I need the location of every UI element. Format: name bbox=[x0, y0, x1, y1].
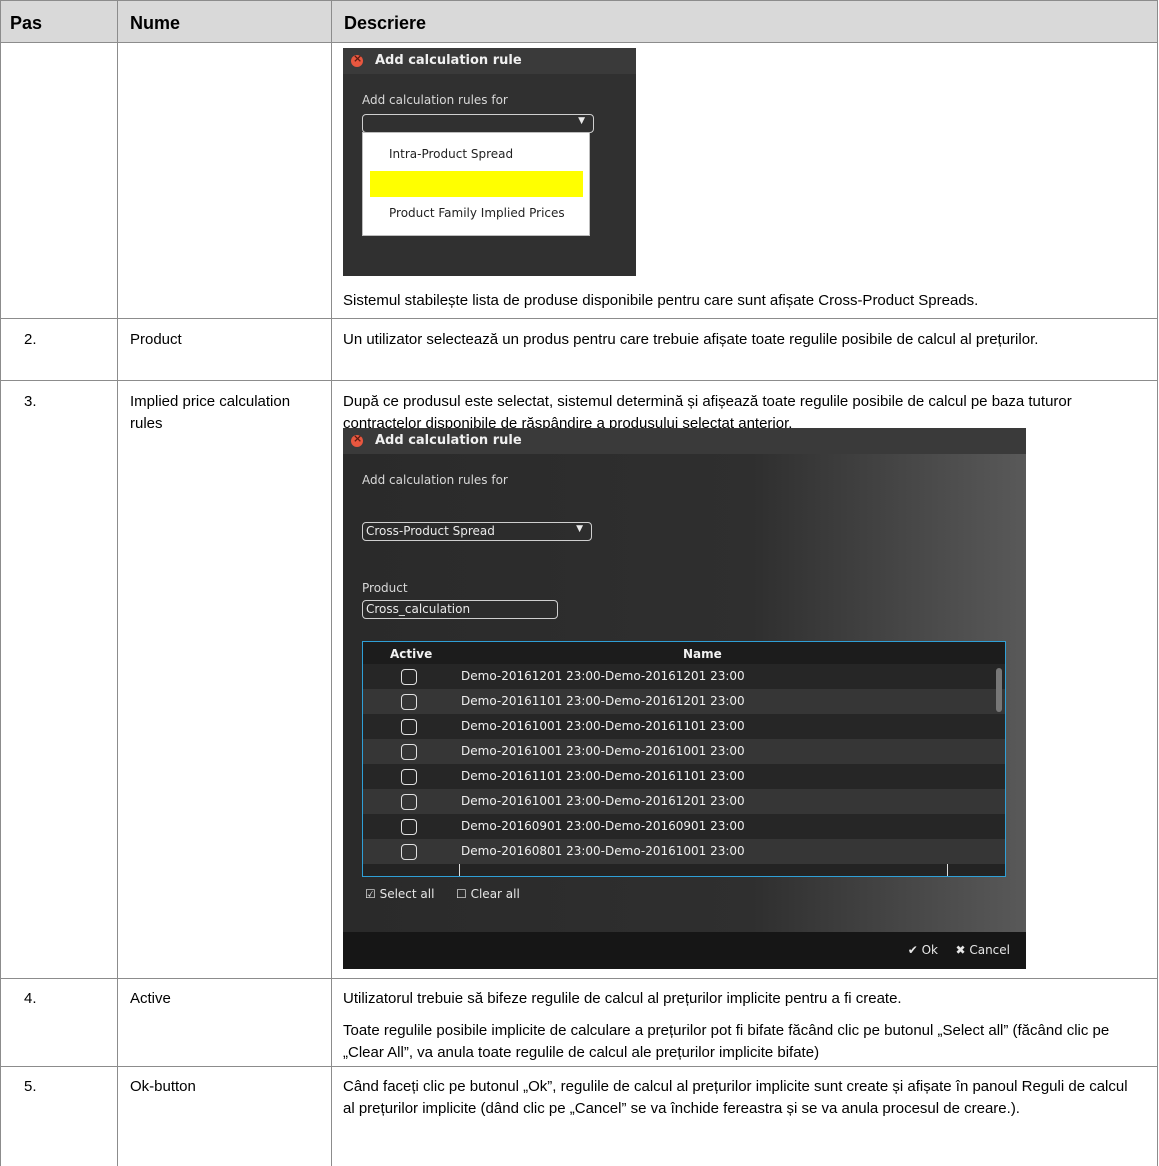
row-name: Demo-20161001 23:00-Demo-20161201 23:00 bbox=[461, 794, 745, 808]
row-name: Demo-20160801 23:00-Demo-20161001 23:00 bbox=[461, 844, 745, 858]
table-row[interactable]: Demo-20160801 23:00-Demo-20161001 23:00 bbox=[363, 839, 1005, 864]
table-row[interactable]: Demo-20160901 23:00-Demo-20160901 23:00 bbox=[363, 814, 1005, 839]
scrollbar[interactable] bbox=[996, 668, 1002, 712]
rule-type-label: Add calculation rules for bbox=[362, 93, 508, 107]
product-field[interactable]: Cross_calculation bbox=[362, 600, 558, 619]
row2-name: Product bbox=[130, 331, 182, 348]
row2-step: 2. bbox=[24, 331, 37, 348]
row3-step: 3. bbox=[24, 393, 37, 410]
grid-line bbox=[0, 0, 1158, 1]
close-icon[interactable] bbox=[351, 432, 363, 447]
row-active-checkbox[interactable] bbox=[401, 844, 417, 860]
row2-description: Un utilizator selectează un produs pentr… bbox=[343, 331, 1039, 348]
row-active-checkbox[interactable] bbox=[401, 819, 417, 835]
row4-description-2: Toate regulile posibile implicite de cal… bbox=[343, 1022, 1110, 1061]
cancel-label: Cancel bbox=[969, 943, 1010, 957]
select-all-button[interactable]: ☑ Select all bbox=[365, 887, 434, 901]
table-row[interactable]: Demo-20161201 23:00-Demo-20161201 23:00 bbox=[363, 664, 1005, 689]
table-row[interactable]: Demo-20161001 23:00-Demo-20161201 23:00 bbox=[363, 789, 1005, 814]
cancel-button[interactable]: ✖ Cancel bbox=[955, 943, 1010, 957]
table-row[interactable]: Demo-20161101 23:00-Demo-20161201 23:00 bbox=[363, 689, 1005, 714]
dropdown-option-highlighted[interactable] bbox=[370, 171, 583, 197]
grid-line bbox=[0, 42, 1158, 43]
row-active-checkbox[interactable] bbox=[401, 769, 417, 785]
chevron-down-icon: ▼ bbox=[576, 524, 583, 534]
row-active-checkbox[interactable] bbox=[401, 719, 417, 735]
table-header: Pas Nume Descriere bbox=[0, 0, 1158, 42]
column-name: Name bbox=[683, 647, 722, 661]
checkbox-checked-icon: ☑ bbox=[365, 887, 376, 901]
row-name: Demo-20161101 23:00-Demo-20161101 23:00 bbox=[461, 769, 745, 783]
row-name: Demo-20161001 23:00-Demo-20161101 23:00 bbox=[461, 719, 745, 733]
dialog-title: Add calculation rule bbox=[375, 433, 522, 448]
row-active-checkbox[interactable] bbox=[401, 744, 417, 760]
ok-button[interactable]: ✔ Ok bbox=[908, 943, 938, 957]
dialog-footer: ✔ Ok ✖ Cancel bbox=[343, 932, 1026, 969]
dialog-titlebar: Add calculation rule bbox=[343, 428, 1026, 454]
grid-line bbox=[0, 0, 1, 1166]
grid-line bbox=[0, 380, 1158, 381]
row-name: Demo-20161001 23:00-Demo-20161001 23:00 bbox=[461, 744, 745, 758]
product-label: Product bbox=[362, 581, 408, 595]
clear-all-button[interactable]: ☐ Clear all bbox=[456, 887, 520, 901]
grid-header: Active Name bbox=[363, 642, 1005, 664]
checkbox-empty-icon: ☐ bbox=[456, 887, 467, 901]
header-step: Pas bbox=[10, 13, 43, 33]
chevron-down-icon: ▼ bbox=[578, 116, 585, 126]
header-name: Nume bbox=[130, 13, 181, 33]
row-name: Demo-20160901 23:00-Demo-20160901 23:00 bbox=[461, 819, 745, 833]
table-row[interactable]: Demo-20161001 23:00-Demo-20161001 23:00 bbox=[363, 739, 1005, 764]
ok-label: Ok bbox=[921, 943, 938, 957]
row4-name: Active bbox=[130, 990, 171, 1007]
grid-line bbox=[0, 318, 1158, 319]
row3-name: Implied price calculation rules bbox=[130, 393, 291, 432]
grid-line bbox=[331, 0, 332, 1166]
dropdown-option-product-family[interactable]: Product Family Implied Prices bbox=[363, 200, 589, 226]
option-label: Product Family Implied Prices bbox=[389, 206, 565, 220]
option-label: Intra-Product Spread bbox=[389, 147, 514, 161]
row-active-checkbox[interactable] bbox=[401, 794, 417, 810]
dropdown-option-intra-product[interactable]: Intra-Product Spread bbox=[363, 141, 589, 167]
grid-line bbox=[1157, 0, 1158, 1166]
row-name: Demo-20161201 23:00-Demo-20161201 23:00 bbox=[461, 669, 745, 683]
grid-line bbox=[117, 0, 118, 1166]
close-icon[interactable] bbox=[351, 52, 363, 67]
row-name: Demo-20161101 23:00-Demo-20161201 23:00 bbox=[461, 694, 745, 708]
rules-grid: Active Name Demo-20161201 23:00-Demo-201… bbox=[362, 641, 1006, 877]
add-rule-dialog-cross-product: Add calculation rule Add calculation rul… bbox=[343, 428, 1026, 969]
add-rule-dialog-dropdown-open: Add calculation rule Add calculation rul… bbox=[343, 48, 636, 276]
clear-all-label: Clear all bbox=[470, 887, 520, 901]
row5-description: Când faceți clic pe butonul „Ok”, reguli… bbox=[343, 1078, 1128, 1117]
grid-line bbox=[0, 1066, 1158, 1067]
row5-step: 5. bbox=[24, 1078, 37, 1095]
row-active-checkbox[interactable] bbox=[401, 669, 417, 685]
rule-type-dropdown: Intra-Product Spread Product Family Impl… bbox=[362, 132, 590, 236]
row1-description: Sistemul stabilește lista de produse dis… bbox=[343, 292, 979, 309]
product-field-value: Cross_calculation bbox=[366, 602, 471, 616]
check-circle-icon: ✔ bbox=[907, 943, 918, 957]
header-description: Descriere bbox=[344, 13, 427, 33]
select-all-label: Select all bbox=[379, 887, 435, 901]
table-row[interactable]: Demo-20161001 23:00-Demo-20161101 23:00 bbox=[363, 714, 1005, 739]
row-active-checkbox[interactable] bbox=[401, 694, 417, 710]
dialog-titlebar: Add calculation rule bbox=[343, 48, 636, 74]
row5-name: Ok-button bbox=[130, 1078, 196, 1095]
rule-type-combo[interactable]: ▼ bbox=[362, 114, 594, 133]
rule-type-label: Add calculation rules for bbox=[362, 473, 508, 487]
rule-type-combo-value: Cross-Product Spread bbox=[366, 524, 495, 538]
row4-step: 4. bbox=[24, 990, 37, 1007]
grid-line bbox=[0, 978, 1158, 979]
table-row[interactable]: Demo-20161101 23:00-Demo-20161101 23:00 bbox=[363, 764, 1005, 789]
row4-description: Utilizatorul trebuie să bifeze regulile … bbox=[343, 990, 902, 1007]
dialog-title: Add calculation rule bbox=[375, 53, 522, 68]
column-active: Active bbox=[390, 647, 433, 661]
cancel-circle-icon: ✖ bbox=[955, 943, 966, 957]
rule-type-combo[interactable]: Cross-Product Spread ▼ bbox=[362, 522, 592, 541]
